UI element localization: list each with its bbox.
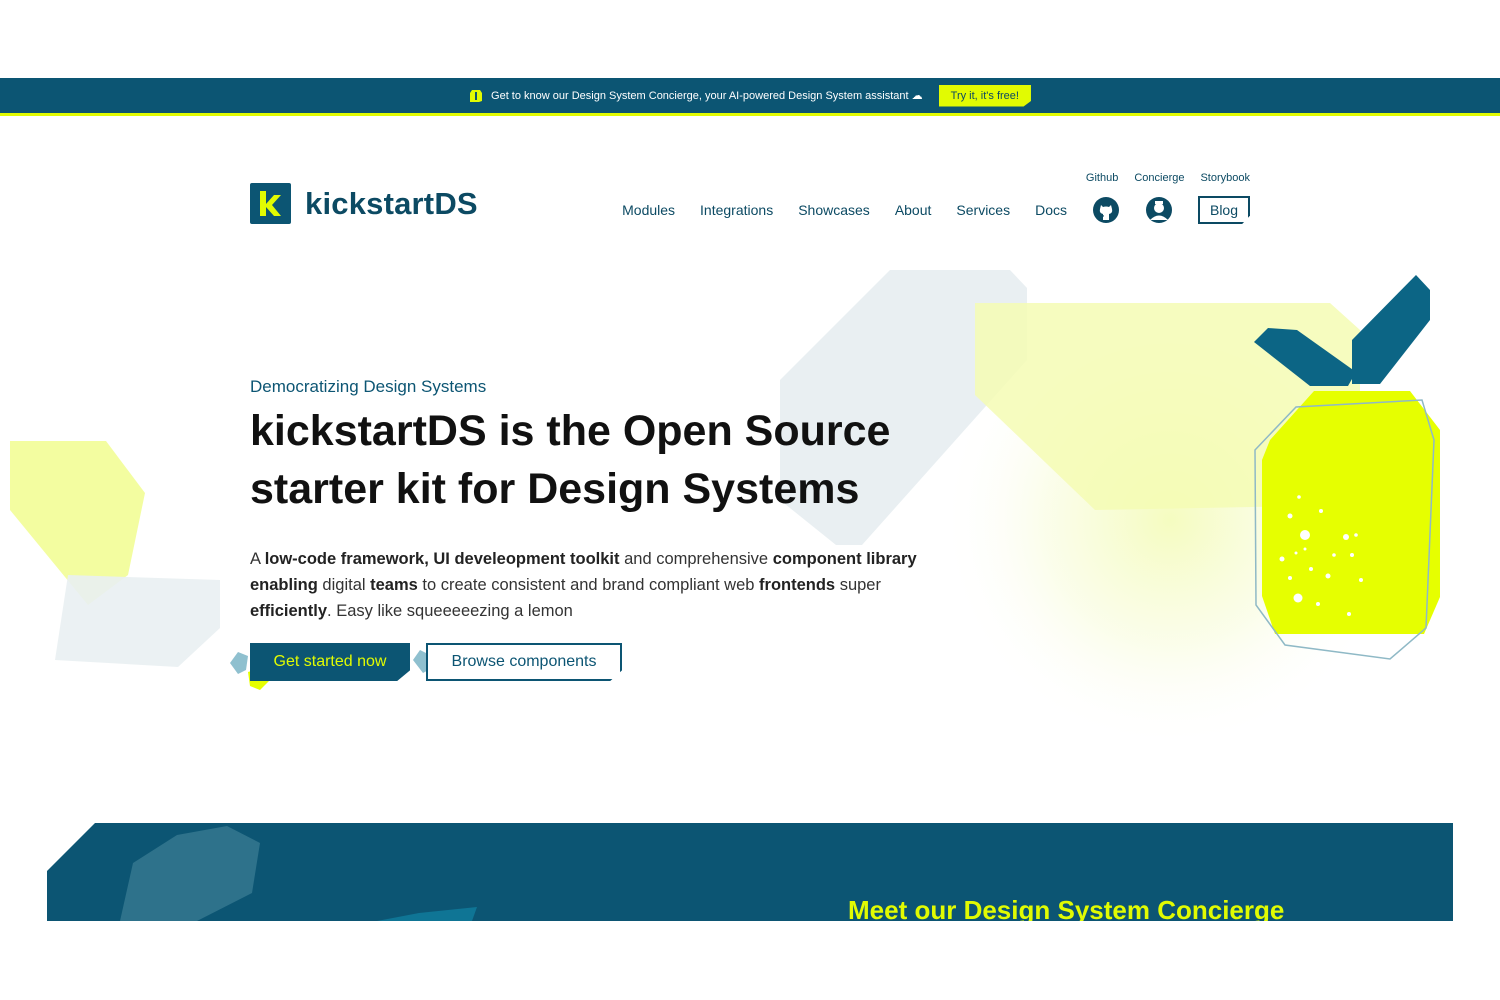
concierge-teaser: Meet our Design System Concierge bbox=[47, 823, 1453, 921]
meta-nav-concierge[interactable]: Concierge bbox=[1134, 172, 1184, 184]
nav-integrations[interactable]: Integrations bbox=[700, 202, 773, 218]
nav-docs[interactable]: Docs bbox=[1035, 202, 1067, 218]
nav-modules[interactable]: Modules bbox=[622, 202, 675, 218]
hero-description: A low-code framework, UI develeopment to… bbox=[250, 550, 917, 620]
meta-nav: Github Concierge Storybook bbox=[1086, 172, 1250, 184]
concierge-icon[interactable] bbox=[1145, 196, 1173, 224]
try-it-button[interactable]: Try it, it's free! bbox=[938, 84, 1031, 107]
main-nav: Modules Integrations Showcases About Ser… bbox=[622, 196, 1250, 224]
nav-showcases[interactable]: Showcases bbox=[798, 202, 870, 218]
teaser-title: Meet our Design System Concierge bbox=[848, 895, 1285, 921]
meta-nav-github[interactable]: Github bbox=[1086, 172, 1118, 184]
announcement-text: Get to know our Design System Concierge,… bbox=[491, 90, 923, 102]
meta-nav-storybook[interactable]: Storybook bbox=[1200, 172, 1250, 184]
nav-about[interactable]: About bbox=[895, 202, 932, 218]
gift-icon bbox=[470, 89, 483, 102]
brand-name: kickstartDS bbox=[305, 185, 478, 221]
blog-button[interactable]: Blog bbox=[1198, 196, 1250, 224]
hero-eyebrow: Democratizing Design Systems bbox=[250, 377, 487, 396]
brand-logo[interactable]: kickstartDS bbox=[250, 183, 478, 224]
nav-services[interactable]: Services bbox=[956, 202, 1010, 218]
get-started-button[interactable]: Get started now bbox=[250, 643, 410, 681]
github-icon[interactable] bbox=[1092, 196, 1120, 224]
hero-title: kickstartDS is the Open Source starter k… bbox=[250, 407, 891, 513]
announcement-bar: Get to know our Design System Concierge,… bbox=[0, 78, 1500, 116]
browse-components-button[interactable]: Browse components bbox=[426, 643, 622, 681]
logo-mark-icon bbox=[250, 183, 291, 224]
